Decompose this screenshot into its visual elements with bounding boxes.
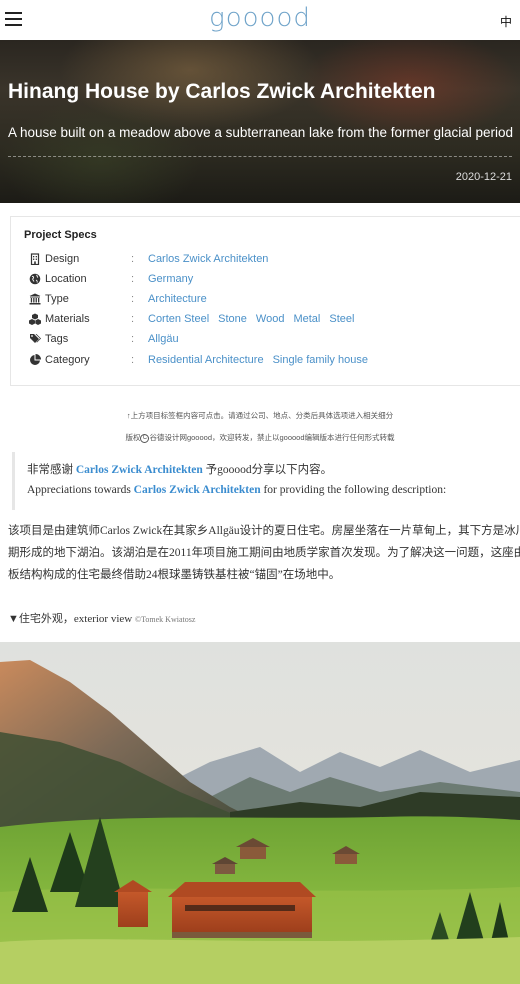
appreciation-cn: 非常感谢 Carlos Zwick Architekten 予gooood分享以… (27, 464, 333, 476)
spec-label: Location (45, 273, 87, 285)
photo-credit: ©Tomek Kwiatosz (134, 615, 196, 624)
spec-link-category[interactable]: Single family house (273, 354, 368, 366)
spec-link-material[interactable]: Corten Steel (148, 313, 209, 325)
cubes-icon (29, 313, 41, 325)
pie-chart-icon (29, 354, 41, 366)
copyright-notice: 版权 C 谷德设计网gooood，欢迎转发，禁止以gooood编辑版本进行任何形式转… (125, 433, 395, 443)
article-body: 该项目是由建筑师Carlos Zwick在其家乡Allgäu设计的夏日住宅。房屋… (8, 520, 520, 586)
appreciation-block: 非常感谢 Carlos Zwick Architekten 予gooood分享以… (12, 452, 510, 510)
spec-label: Type (45, 293, 69, 305)
spec-link-location[interactable]: Germany (148, 273, 193, 285)
spec-link-type[interactable]: Architecture (148, 293, 207, 305)
exterior-photo[interactable] (0, 642, 520, 984)
image-caption: ▼住宅外观，exterior view ©Tomek Kwiatosz (8, 613, 196, 625)
building-icon (29, 253, 41, 266)
spec-label: Tags (45, 333, 69, 345)
institution-icon (29, 293, 41, 305)
spec-link-tag[interactable]: Allgäu (148, 333, 179, 345)
top-bar: gooood 中 (0, 0, 520, 40)
globe-icon (29, 273, 41, 285)
project-specs-title: Project Specs (24, 229, 97, 241)
spec-link-design[interactable]: Carlos Zwick Architekten (148, 253, 268, 265)
project-specs-box: Project Specs Design : Carlos Zwick Arch… (10, 216, 520, 386)
article-subtitle: A house built on a meadow above a subter… (8, 125, 514, 140)
hero-divider (8, 156, 512, 157)
publish-date: 2020-12-21 (455, 171, 512, 183)
language-switch[interactable]: 中 (500, 13, 512, 30)
firm-link-en[interactable]: Carlos Zwick Architekten (134, 484, 261, 496)
spec-link-material[interactable]: Wood (256, 313, 285, 325)
firm-link-cn[interactable]: Carlos Zwick Architekten (76, 464, 203, 476)
body-line: 该项目是由建筑师Carlos Zwick在其家乡Allgäu设计的夏日住宅。房屋… (8, 525, 520, 537)
spec-link-material[interactable]: Metal (293, 313, 320, 325)
article-title: Hinang House by Carlos Zwick Architekten (8, 80, 436, 103)
site-logo[interactable]: gooood (0, 3, 520, 33)
tag-notice: ↑上方项目标签框内容可点击。请通过公司、地点、分类后具体选项进入相关细分 (126, 411, 394, 420)
tags-icon (29, 333, 41, 345)
spec-label: Materials (45, 313, 90, 325)
spec-link-material[interactable]: Stone (218, 313, 247, 325)
landscape-illustration (0, 642, 520, 984)
hero-banner: Hinang House by Carlos Zwick Architekten… (0, 40, 520, 203)
appreciation-en: Appreciations towards Carlos Zwick Archi… (27, 484, 447, 496)
spec-link-category[interactable]: Residential Architecture (148, 354, 264, 366)
spec-link-material[interactable]: Steel (329, 313, 354, 325)
spec-label: Category (45, 354, 90, 366)
spec-label: Design (45, 253, 80, 265)
body-line: 期形成的地下湖泊。该湖泊是在2011年项目施工期间由地质学家首次发现。为了解决这… (8, 547, 520, 559)
body-line: 板结构构成的住宅最终借助24根球墨铸铁基柱被“锚固”在场地中。 (8, 569, 341, 581)
